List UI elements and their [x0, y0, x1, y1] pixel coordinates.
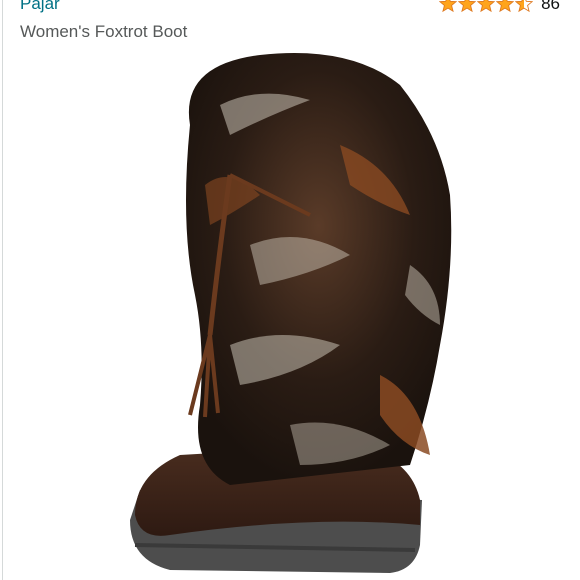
star-rating[interactable]	[439, 0, 534, 13]
fur-boot-icon	[130, 53, 452, 573]
product-title: Women's Foxtrot Boot	[20, 22, 188, 41]
star-icon	[439, 0, 458, 13]
star-icon	[515, 0, 534, 13]
star-icon	[458, 0, 477, 13]
product-image[interactable]	[110, 45, 470, 580]
rating-summary[interactable]: 86	[439, 0, 560, 14]
page-divider	[2, 0, 3, 580]
star-icon	[496, 0, 515, 13]
brand-link[interactable]: Pajar	[20, 0, 60, 14]
rating-count[interactable]: 86	[541, 0, 560, 14]
star-icon	[477, 0, 496, 13]
